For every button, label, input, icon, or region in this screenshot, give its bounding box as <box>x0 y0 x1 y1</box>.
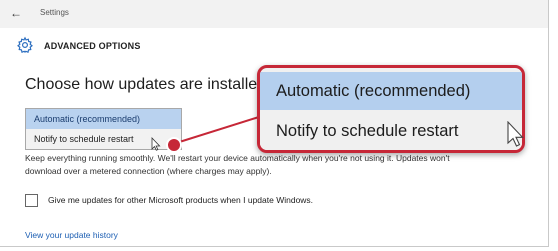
microsoft-products-checkbox[interactable] <box>25 194 38 207</box>
checkbox-label: Give me updates for other Microsoft prod… <box>48 195 314 205</box>
update-description: Keep everything running smoothly. We'll … <box>25 152 548 178</box>
gear-icon <box>17 36 33 54</box>
title-bar: ← Settings <box>0 0 548 28</box>
description-line-2: download over a metered connection (wher… <box>25 166 272 176</box>
callout-dot <box>166 137 182 153</box>
mouse-pointer-icon <box>151 137 161 151</box>
back-arrow-icon[interactable]: ← <box>10 6 22 20</box>
page-header: ADVANCED OPTIONS <box>0 28 548 64</box>
update-history-link[interactable]: View your update history <box>25 230 118 240</box>
description-line-1: Keep everything running smoothly. We'll … <box>25 153 450 163</box>
zoom-option-automatic: Automatic (recommended) <box>260 72 522 110</box>
zoom-option-notify: Notify to schedule restart <box>260 112 522 150</box>
section-heading: Choose how updates are installe <box>25 76 258 93</box>
page-title: ADVANCED OPTIONS <box>44 41 141 51</box>
zoom-mouse-pointer-icon <box>507 121 524 147</box>
window-title: Settings <box>40 8 69 17</box>
zoomed-dropdown-callout: Automatic (recommended) Notify to schedu… <box>257 65 525 153</box>
dropdown-option-automatic[interactable]: Automatic (recommended) <box>26 109 181 129</box>
